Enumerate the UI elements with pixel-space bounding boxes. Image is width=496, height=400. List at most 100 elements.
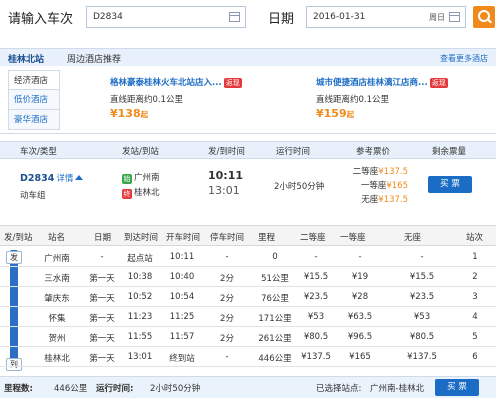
train-number-label: 请输入车次 — [8, 12, 74, 27]
stop-name: 贺州 — [48, 334, 66, 344]
arrive-time: 13:01 — [208, 184, 240, 197]
header-second-class: 二等座 — [300, 233, 326, 243]
stop-fare-first: - — [358, 252, 362, 262]
stop-fare-none: ¥53 — [413, 312, 431, 322]
calendar-icon[interactable] — [449, 12, 460, 22]
stop-index: 4 — [472, 312, 478, 322]
train-number-value: D2834 — [93, 12, 123, 22]
hotel-price: ¥138起 — [110, 107, 149, 120]
stop-index: 1 — [472, 252, 478, 262]
search-bar: 请输入车次 D2834 日期 2016-01-31 周日 — [0, 0, 496, 36]
train-number-input[interactable]: D2834 — [86, 6, 246, 28]
header-distance: 里程 — [258, 233, 276, 243]
stop-fare-first: ¥96.5 — [347, 332, 373, 342]
summary-footer: 里程数: 446公里 运行时间: 2小时50分钟 已选择站点: 广州南-桂林北 … — [0, 376, 496, 398]
header-day: 日期 — [94, 233, 112, 243]
hotel-card[interactable]: 城市便捷酒店桂林漓江店商... 返现 直线距离约0.1公里 ¥159起 — [316, 76, 448, 120]
stop-depart-time: 10:40 — [169, 272, 195, 282]
train-number[interactable]: D2834 详情 — [20, 172, 84, 184]
date-label: 日期 — [268, 12, 295, 27]
stop-arrive-time: 11:23 — [127, 312, 153, 322]
stop-fare-second: ¥80.5 — [303, 332, 329, 342]
table-row: 广州南 - 起点站 10:11-0- - -1 — [0, 248, 496, 267]
table-row: 桂林北 第一天 13:01 终到站 -446公里 ¥137.5 ¥165 ¥137.5 6 — [0, 348, 496, 367]
stop-fare-second: ¥53 — [307, 312, 325, 322]
list-icon[interactable] — [229, 12, 240, 22]
end-station-icon: 终 — [122, 189, 132, 199]
tab-budget-hotel[interactable]: 低价酒店 — [8, 90, 60, 110]
buy-ticket-button[interactable]: 买 票 — [428, 176, 472, 193]
table-row: 贺州 第一天 11:55 11:57 2分 261公里 ¥80.5 ¥96.5 ¥80.5 5 — [0, 328, 496, 347]
hotel-panel-subtitle: 周边酒店推荐 — [67, 55, 122, 65]
arrival-station: 终桂林北 — [122, 188, 160, 199]
stop-arrive-time: 起点站 — [127, 254, 153, 264]
stop-arrive-time: 10:52 — [127, 292, 153, 302]
stop-fare-second: ¥137.5 — [301, 352, 331, 362]
hotel-name-link[interactable]: 格林豪泰桂林火车北站店入... — [110, 78, 222, 88]
distance-label: 里程数: — [4, 384, 33, 394]
hotel-card[interactable]: 格林豪泰桂林火车北站店入... 返现 直线距离约0.1公里 ¥138起 — [110, 76, 242, 120]
stop-day: 第一天 — [89, 294, 115, 304]
stop-fare-none: ¥80.5 — [409, 332, 435, 342]
tab-economy-hotel[interactable]: 经济酒店 — [8, 70, 60, 90]
tab-luxury-hotel[interactable]: 豪华酒店 — [8, 110, 60, 130]
header-times: 发/到时间 — [208, 147, 245, 157]
stop-duration: 2分 — [220, 314, 234, 324]
more-hotels-link[interactable]: 查看更多酒店 — [440, 53, 488, 64]
cashback-badge: 返现 — [223, 78, 242, 88]
table-row: 肇庆东 第一天 10:52 10:54 2分 76公里 ¥23.5 ¥28 ¥23.5 3 — [0, 288, 496, 307]
stop-name: 肇庆东 — [44, 294, 70, 304]
fare-first-class: 一等座¥165 — [360, 181, 408, 191]
stop-day: - — [100, 252, 104, 262]
weekday-text: 周日 — [429, 13, 445, 22]
header-first-class: 一等座 — [340, 233, 366, 243]
fare-second-class: 二等座¥137.5 — [352, 167, 408, 177]
stop-fare-first: ¥19 — [351, 272, 369, 282]
hotel-category-tabs: 经济酒店 低价酒店 豪华酒店 — [8, 70, 60, 130]
stop-fare-first: ¥63.5 — [347, 312, 373, 322]
hotel-recommendation-panel: 桂林北站 周边酒店推荐 查看更多酒店 经济酒店 低价酒店 豪华酒店 格林豪泰桂林… — [0, 48, 496, 134]
hotel-distance: 直线距离约0.1公里 — [110, 95, 184, 105]
search-button[interactable] — [473, 6, 495, 28]
stop-fare-none: ¥137.5 — [407, 352, 437, 362]
train-row: D2834 详情 动车组 始广州南 终桂林北 10:11 13:01 2小时50分… — [0, 159, 496, 217]
selected-stations-value: 广州南-桂林北 — [370, 384, 425, 394]
header-stop-time: 停车时间 — [210, 233, 245, 243]
hotel-panel-header: 桂林北站 周边酒店推荐 查看更多酒店 — [0, 48, 496, 66]
header-stations: 发站/到站 — [122, 147, 159, 157]
stop-index: 5 — [472, 332, 478, 342]
stop-name: 桂林北 — [44, 354, 70, 364]
hotel-distance: 直线距离约0.1公里 — [316, 95, 390, 105]
stop-depart-time: 11:57 — [169, 332, 195, 342]
date-input[interactable]: 2016-01-31 周日 — [306, 6, 466, 28]
stop-fare-second: - — [314, 252, 318, 262]
stop-index: 6 — [472, 352, 478, 362]
stop-fare-none: ¥23.5 — [409, 292, 435, 302]
stop-duration: 2分 — [220, 274, 234, 284]
stop-day: 第一天 — [89, 354, 115, 364]
detail-link[interactable]: 详情 — [56, 174, 73, 184]
distance-value: 446公里 — [54, 384, 88, 394]
stop-duration: - — [225, 252, 229, 262]
runtime-label: 运行时间: — [96, 384, 134, 394]
runtime-value: 2小时50分钟 — [150, 384, 201, 394]
stop-fare-second: ¥23.5 — [303, 292, 329, 302]
footer-buy-button[interactable]: 买 票 — [435, 379, 479, 396]
stop-arrive-time: 11:55 — [127, 332, 153, 342]
stop-day: 第一天 — [89, 334, 115, 344]
header-train-type: 车次/类型 — [20, 147, 57, 157]
hotel-name-link[interactable]: 城市便捷酒店桂林漓江店商... — [316, 78, 428, 88]
chevron-up-icon[interactable] — [75, 175, 84, 180]
stop-depart-time: 10:11 — [169, 252, 195, 262]
stop-name: 怀集 — [48, 314, 66, 324]
header-remaining: 剩余票量 — [432, 147, 467, 157]
stop-day: 第一天 — [89, 314, 115, 324]
stop-table-header: 发/到站 站名 日期 到达时间 开车时间 停车时间 里程 二等座 一等座 无座 … — [0, 225, 496, 246]
stop-duration: 2分 — [220, 334, 234, 344]
table-row: 怀集 第一天 11:23 11:25 2分 171公里 ¥53 ¥63.5 ¥53 4 — [0, 308, 496, 327]
stop-depart-time: 终到站 — [169, 354, 195, 364]
header-depart: 开车时间 — [166, 233, 201, 243]
header-no-seat: 无座 — [404, 233, 422, 243]
cashback-badge: 返现 — [429, 78, 448, 88]
stop-fare-none: - — [420, 252, 424, 262]
